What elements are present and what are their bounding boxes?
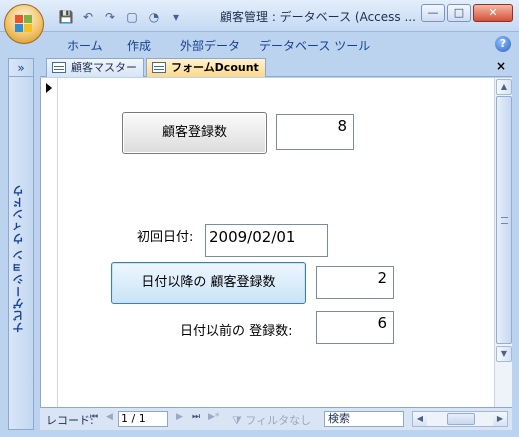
filter-icon: ⧩ [232, 414, 242, 427]
close-document-button[interactable]: × [496, 59, 506, 73]
scroll-grip-icon [501, 217, 508, 224]
previous-record-button[interactable]: ◀ [106, 412, 113, 422]
record-label: レコード: [46, 414, 94, 427]
window-title: 顧客管理 : データベース (Access ... [220, 10, 416, 24]
first-date-field[interactable]: 2009/02/01 [205, 224, 328, 257]
customer-count-button[interactable]: 顧客登録数 [122, 112, 267, 154]
ribbon-tab-create[interactable]: 作成 [127, 37, 151, 54]
doc-tab-customer-master[interactable]: 顧客マスター [46, 58, 144, 77]
office-button[interactable] [4, 4, 44, 44]
record-navigation-bar: レコード: ⏮ ◀ 1 / 1 ▶ ⏭ ▶* ⧩ フィルタなし 検索 ◀ ▶ [40, 407, 512, 430]
search-input[interactable]: 検索 [324, 411, 404, 427]
scroll-right-button[interactable]: ▶ [493, 412, 507, 426]
ribbon-tab-strip: ホーム 作成 外部データ データベース ツール ? [0, 32, 519, 56]
after-date-count-button[interactable]: 日付以降の 顧客登録数 [111, 262, 306, 304]
filter-label: フィルタなし [245, 414, 312, 427]
ribbon-tab-home[interactable]: ホーム [67, 37, 103, 54]
scroll-down-button[interactable]: ▼ [496, 346, 512, 362]
minimize-button[interactable]: — [421, 4, 445, 22]
current-record-input[interactable]: 1 / 1 [118, 411, 168, 427]
horizontal-scroll-thumb[interactable] [447, 413, 475, 425]
maximize-button[interactable]: □ [447, 4, 471, 22]
nav-pane-toggle-button[interactable]: » [9, 59, 33, 77]
form-detail-area: 顧客登録数 8 初回日付: 2009/02/01 日付以降の 顧客登録数 2 日… [40, 78, 494, 407]
new-record-button[interactable]: ▶* [208, 412, 219, 422]
first-record-button[interactable]: ⏮ [90, 412, 98, 422]
horizontal-scrollbar[interactable]: ◀ ▶ [412, 411, 508, 427]
customize-qat-icon[interactable]: ▾ [168, 9, 184, 25]
title-bar: 💾 ↶ ↷ ▢ ◔ ▾ 顧客管理 : データベース (Access ... — … [0, 0, 519, 32]
scroll-up-button[interactable]: ▲ [496, 79, 512, 95]
window-controls: — □ ✕ [421, 4, 513, 22]
scroll-thumb[interactable] [496, 96, 512, 344]
form-icon [152, 62, 166, 73]
first-date-label: 初回日付: [137, 230, 194, 245]
before-date-count-label: 日付以前の 登録数: [180, 324, 293, 339]
help-icon[interactable]: ? [495, 36, 511, 52]
doc-tab-label: 顧客マスター [71, 61, 137, 74]
doc-tab-label: フォームDcount [171, 61, 259, 74]
vertical-scrollbar[interactable]: ▲ ▼ [494, 78, 512, 407]
redo-icon[interactable]: ↷ [102, 9, 118, 25]
record-selector[interactable] [41, 78, 58, 407]
save-icon[interactable]: 💾 [58, 9, 74, 25]
form-body: 顧客登録数 8 初回日付: 2009/02/01 日付以降の 顧客登録数 2 日… [59, 78, 495, 407]
doc-tab-form-dcount[interactable]: フォームDcount [146, 58, 266, 77]
navigation-pane: » ナビゲーション ウィンドウ [8, 58, 34, 430]
customer-count-field[interactable]: 8 [276, 114, 354, 150]
quick-access-toolbar: 💾 ↶ ↷ ▢ ◔ ▾ [58, 8, 184, 26]
new-document-icon[interactable]: ▢ [124, 9, 140, 25]
table-icon [52, 62, 66, 73]
undo-icon[interactable]: ↶ [80, 9, 96, 25]
current-record-arrow-icon [46, 83, 52, 93]
ribbon-tab-database-tools[interactable]: データベース ツール [259, 37, 370, 54]
ribbon-tab-external-data[interactable]: 外部データ [180, 37, 240, 54]
filter-status[interactable]: ⧩ フィルタなし [232, 412, 311, 428]
open-icon[interactable]: ◔ [146, 9, 162, 25]
next-record-button[interactable]: ▶ [176, 412, 183, 422]
close-window-button[interactable]: ✕ [473, 4, 513, 22]
scroll-left-button[interactable]: ◀ [413, 412, 427, 426]
document-tab-strip: 顧客マスター フォームDcount × [40, 58, 512, 77]
last-record-button[interactable]: ⏭ [192, 412, 200, 422]
nav-pane-label[interactable]: ナビゲーション ウィンドウ [11, 109, 31, 409]
after-date-count-field[interactable]: 2 [316, 266, 394, 299]
before-date-count-field[interactable]: 6 [316, 311, 394, 344]
office-logo-icon [15, 15, 33, 33]
